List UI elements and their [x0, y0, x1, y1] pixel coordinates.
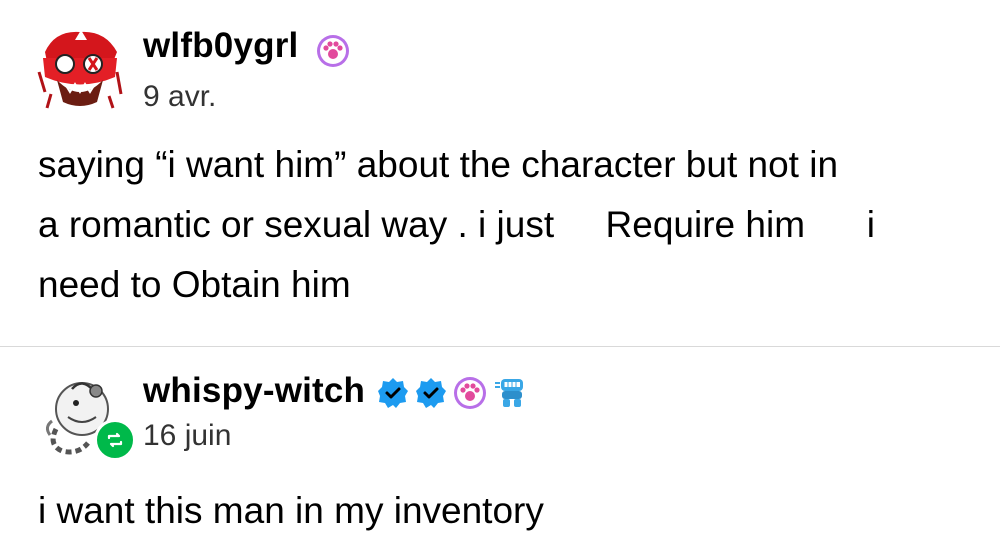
reblog-badge [94, 419, 136, 461]
post-date: 16 juin [143, 419, 232, 452]
post-body: saying “i want him” about the character … [38, 135, 875, 315]
verified-badge-icon[interactable] [415, 377, 447, 409]
username[interactable]: wlfb0ygrl [143, 26, 298, 66]
avatar-wolf-icon [35, 22, 125, 112]
badge-row [377, 375, 529, 411]
post-body: i want this man in my inventory [38, 481, 544, 541]
verified-badge-icon[interactable] [377, 377, 409, 409]
post-body-line: need to Obtain him [38, 264, 351, 305]
post-body-line: a romantic or sexual way . i just Requir… [38, 204, 875, 245]
teeth-badge-icon[interactable] [493, 375, 529, 411]
username[interactable]: whispy-witch [143, 371, 365, 411]
post-body-line: saying “i want him” about the character … [38, 144, 839, 185]
paw-badge-icon[interactable] [453, 376, 487, 410]
avatar[interactable] [35, 22, 125, 112]
post-date: 9 avr. [143, 80, 217, 113]
post-body-line: i want this man in my inventory [38, 490, 544, 531]
reblog-icon [107, 432, 123, 448]
post-2: whispy-witch 16 juin i want this man in … [0, 347, 1000, 556]
paw-badge-icon[interactable] [316, 34, 350, 68]
post-1: wlfb0ygrl 9 avr. saying “i want him” abo… [0, 0, 1000, 346]
badge-row [316, 34, 350, 68]
